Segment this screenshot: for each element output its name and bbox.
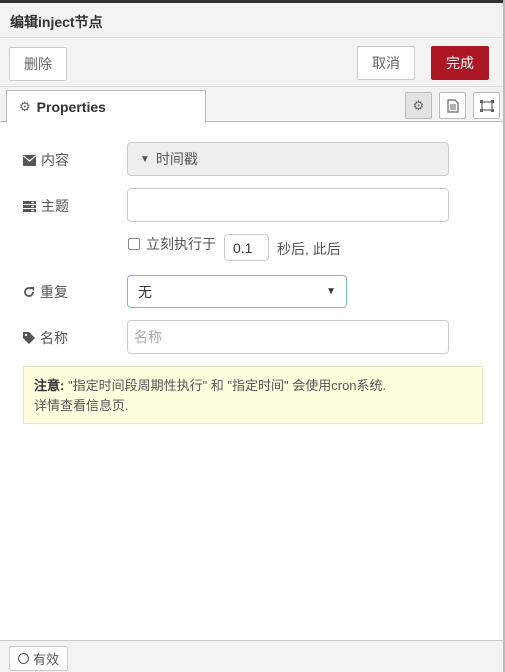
tab-properties-label: Properties <box>36 98 106 115</box>
node-enabled-label: 有效 <box>33 652 60 667</box>
envelope-icon <box>23 154 36 166</box>
dialog-titlebar: 编辑inject节点 <box>0 3 503 38</box>
delete-button[interactable]: 删除 <box>9 47 67 81</box>
topic-input[interactable] <box>127 188 449 222</box>
tag-icon <box>23 332 35 344</box>
cron-note: 注意: "指定时间段周期性执行" 和 "指定时间" 会使用cron系统. 详情查… <box>23 366 483 424</box>
inject-once-after-text: 秒后, 此后 <box>277 241 341 257</box>
frame-icon <box>479 99 494 112</box>
inject-once-row: 立刻执行于 <box>128 234 216 254</box>
repeat-select-value: 无 <box>138 283 152 300</box>
repeat-select[interactable]: 无 ▼ <box>127 275 347 308</box>
tasks-icon <box>23 200 36 212</box>
inject-once-delay-input[interactable]: 0.1 <box>224 234 269 261</box>
caret-down-icon: ▼ <box>326 286 336 297</box>
node-settings-tab-button[interactable]: ⚙ <box>405 92 432 119</box>
inject-once-checkbox[interactable] <box>128 238 140 250</box>
payload-label: 内容 <box>23 150 69 170</box>
name-label: 名称 <box>23 328 68 348</box>
node-appearance-tab-button[interactable] <box>473 92 500 119</box>
note-line2: 详情查看信息页. <box>34 398 129 413</box>
tab-properties[interactable]: ⚙ Properties <box>6 90 206 123</box>
dialog-footer: 有效 <box>0 640 503 672</box>
payload-type-value: 时间戳 <box>155 151 198 167</box>
topic-label: 主题 <box>23 196 69 216</box>
node-description-tab-button[interactable] <box>439 92 466 119</box>
repeat-label: 重复 <box>23 282 68 302</box>
node-enabled-toggle[interactable]: 有效 <box>9 646 69 671</box>
dialog-title: 编辑inject节点 <box>10 14 103 30</box>
caret-down-icon: ▼ <box>140 153 150 165</box>
dialog-toolbar: 删除 取消 完成 <box>0 38 503 87</box>
done-button[interactable]: 完成 <box>431 46 489 80</box>
name-label-text: 名称 <box>40 330 68 346</box>
name-input[interactable]: 名称 <box>127 320 449 354</box>
topic-label-text: 主题 <box>41 198 69 214</box>
cancel-button[interactable]: 取消 <box>357 46 415 80</box>
payload-type-field[interactable]: ▼ 时间戳 <box>127 142 449 176</box>
inject-once-label: 立刻执行于 <box>146 236 216 252</box>
gear-icon: ⚙ <box>412 97 425 113</box>
gear-icon: ⚙ <box>19 98 31 114</box>
file-icon <box>446 98 459 113</box>
circle-icon <box>18 653 29 664</box>
repeat-label-text: 重复 <box>40 284 68 300</box>
note-line1: "指定时间段周期性执行" 和 "指定时间" 会使用cron系统. <box>64 378 387 393</box>
payload-label-text: 内容 <box>41 152 69 168</box>
repeat-icon <box>24 287 34 297</box>
note-prefix: 注意: <box>34 378 65 393</box>
